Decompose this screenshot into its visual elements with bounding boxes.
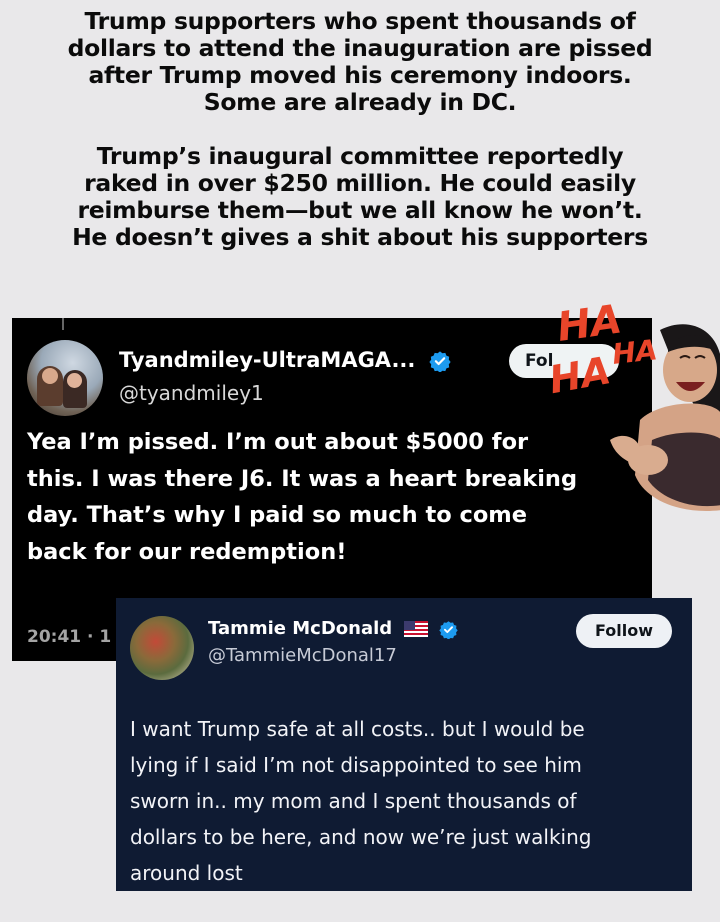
headline-line: Trump’s inaugural committee reportedly [96, 142, 624, 170]
laughing-woman-sticker: HA HA HA [546, 296, 720, 511]
tweet1-body: Yea I’m pissed. I’m out about $5000 for … [27, 424, 627, 570]
tweet2-body-line: dollars to be here, and now we’re just w… [130, 825, 592, 849]
flowers-avatar[interactable] [130, 616, 194, 680]
headline-line: reimburse them—but we all know he won’t. [77, 196, 643, 224]
headline-line: dollars to attend the inauguration are p… [67, 34, 653, 62]
tweet1-body-line: back for our redemption! [27, 538, 347, 565]
tweet-card-tammie: Tammie McDonald @TammieMcDonal17 Follow … [116, 598, 692, 891]
headline-line: Trump supporters who spent thousands of [84, 7, 636, 35]
tweet2-display-name[interactable]: Tammie McDonald [208, 618, 392, 639]
tweet1-body-line: this. I was there J6. It was a heart bre… [27, 465, 578, 492]
tweet1-body-line: day. That’s why I paid so much to come [27, 502, 527, 528]
headline-line: after Trump moved his ceremony indoors. [88, 61, 632, 89]
tweet2-handle[interactable]: @TammieMcDonal17 [208, 645, 397, 666]
tweet2-body-line: I want Trump safe at all costs.. but I w… [130, 717, 585, 741]
couple-photo-avatar[interactable] [27, 340, 103, 416]
follow-button[interactable]: Follow [576, 614, 672, 648]
headline-line: raked in over $250 million. He could eas… [84, 169, 636, 197]
us-flag-icon [404, 621, 429, 637]
headline-line: He doesn’t gives a shit about his suppor… [72, 223, 648, 251]
verified-badge-icon [429, 351, 451, 372]
headline-line: Some are already in DC. [203, 88, 517, 116]
tweet1-display-name-row[interactable]: Tyandmiley-UltraMAGA... [119, 348, 451, 372]
headline-text: Trump supporters who spent thousands of … [20, 8, 700, 251]
tweet2-body-line: sworn in.. my mom and I spent thousands … [130, 789, 577, 813]
tweet2-body-line: around lost [130, 861, 243, 885]
sticker-ha-2: HA [546, 348, 614, 402]
tweet1-display-name[interactable]: Tyandmiley-UltraMAGA... [119, 348, 415, 372]
sticker-ha-3: HA [611, 333, 659, 371]
tweet1-timestamp[interactable]: 20:41 · 1 [27, 627, 111, 647]
tweet2-display-name-row[interactable]: Tammie McDonald [208, 618, 458, 639]
tweet1-body-line: Yea I’m pissed. I’m out about $5000 for [27, 429, 529, 455]
tweet2-body: I want Trump safe at all costs.. but I w… [130, 711, 680, 891]
verified-badge-icon [439, 620, 458, 639]
tweet1-handle[interactable]: @tyandmiley1 [119, 381, 264, 405]
tweet2-body-line: lying if I said I’m not disappointed to … [130, 753, 582, 777]
